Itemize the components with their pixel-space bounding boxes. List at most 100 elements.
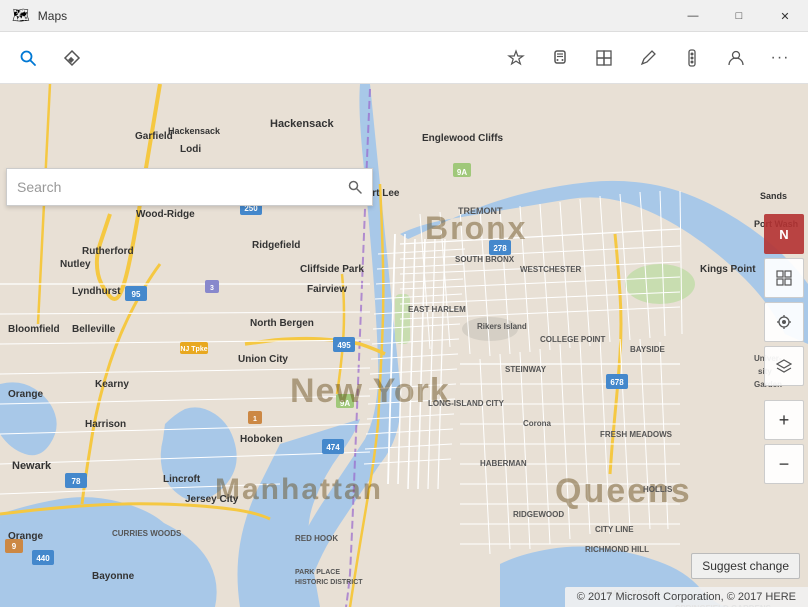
close-button[interactable]: ✕ [762,0,808,32]
svg-text:Kings Point: Kings Point [700,264,756,275]
maximize-button[interactable]: □ [716,0,762,32]
svg-text:Lodi: Lodi [180,144,201,155]
svg-text:Hackensack: Hackensack [270,118,334,130]
attribution-text: © 2017 Microsoft Corporation, © 2017 HER… [577,591,796,603]
transit-button[interactable] [540,38,580,78]
gps-button[interactable] [764,302,804,342]
layers-button[interactable] [764,346,804,386]
svg-text:Hoboken: Hoboken [240,434,283,445]
titlebar-left: 🗺 Maps [0,7,67,24]
svg-text:Lyndhurst: Lyndhurst [72,286,121,297]
star-icon [507,49,525,67]
traffic-icon [683,49,701,67]
svg-text:9: 9 [12,542,17,551]
svg-text:Orange: Orange [8,389,43,400]
svg-text:Orange: Orange [8,531,43,542]
svg-text:Jersey City: Jersey City [185,494,239,505]
svg-text:Cliffside Park: Cliffside Park [300,264,364,275]
svg-text:RED HOOK: RED HOOK [295,534,338,543]
gps-icon [776,314,792,330]
svg-text:Ridgefield: Ridgefield [252,240,300,251]
compass-label: N [779,227,788,242]
app-icon: 🗺 [12,7,30,24]
zoom-in-label: + [779,410,790,431]
main-toolbar: ◆ [0,32,808,84]
search-toolbar-button[interactable] [8,38,48,78]
svg-text:9A: 9A [457,168,467,177]
svg-text:Rikers Island: Rikers Island [477,322,527,331]
svg-text:495: 495 [337,341,351,350]
map-area[interactable]: 9A 9A 495 278 678 95 3 1 78 440 NJ Tpke … [0,84,808,607]
svg-text:Hackensack: Hackensack [168,126,221,136]
search-panel [6,168,373,206]
map-svg: 9A 9A 495 278 678 95 3 1 78 440 NJ Tpke … [0,84,808,607]
svg-text:HABERMAN: HABERMAN [480,459,527,468]
zoom-out-label: − [779,454,790,475]
svg-text:NJ Tpke: NJ Tpke [180,346,207,353]
suggest-change-button[interactable]: Suggest change [691,553,800,579]
svg-text:STEINWAY: STEINWAY [505,365,547,374]
svg-text:PARK PLACE: PARK PLACE [295,569,340,576]
svg-text:EAST HARLEM: EAST HARLEM [408,305,466,314]
svg-text:Lincroft: Lincroft [163,474,201,485]
svg-text:95: 95 [132,290,141,299]
attribution-bar: © 2017 Microsoft Corporation, © 2017 HER… [565,587,808,607]
svg-text:Harrison: Harrison [85,419,126,430]
drawing-button[interactable] [628,38,668,78]
svg-text:678: 678 [610,378,624,387]
traffic-button[interactable] [672,38,712,78]
svg-text:Nutley: Nutley [60,259,91,270]
directions-icon: ◆ [63,49,81,67]
svg-text:BAYSIDE: BAYSIDE [630,345,665,354]
more-icon: ··· [771,49,790,67]
svg-text:SOUTH BRONX: SOUTH BRONX [455,255,515,264]
map-type-icon [776,270,792,286]
search-submit-button[interactable] [348,180,362,194]
more-button[interactable]: ··· [760,38,800,78]
svg-text:HOLLIS: HOLLIS [643,485,673,494]
search-submit-icon [348,180,362,194]
svg-text:Bloomfield: Bloomfield [8,324,60,335]
bookmarks-button[interactable] [584,38,624,78]
svg-text:Fairview: Fairview [307,284,347,295]
svg-text:78: 78 [72,477,81,486]
layers-icon [776,358,792,374]
app-title: Maps [38,9,67,23]
svg-text:New York: New York [290,372,450,410]
bookmarks-icon [595,49,613,67]
transit-icon [551,49,569,67]
svg-text:3: 3 [210,285,214,292]
map-type-button[interactable] [764,258,804,298]
svg-text:440: 440 [36,554,50,563]
search-input[interactable] [17,179,348,195]
svg-text:Bayonne: Bayonne [92,571,135,582]
svg-text:Rutherford: Rutherford [82,246,134,257]
svg-text:Corona: Corona [523,419,552,428]
search-box[interactable] [6,168,373,206]
zoom-in-button[interactable]: + [764,400,804,440]
svg-text:CITY LINE: CITY LINE [595,525,634,534]
svg-text:Manhattan: Manhattan [215,473,383,506]
svg-text:North Bergen: North Bergen [250,318,314,329]
svg-text:Englewood Cliffs: Englewood Cliffs [422,133,504,144]
svg-text:474: 474 [326,443,340,452]
svg-text:Kearny: Kearny [95,379,129,390]
svg-text:COLLEGE POINT: COLLEGE POINT [540,335,605,344]
zoom-out-button[interactable]: − [764,444,804,484]
svg-text:TREMONT: TREMONT [458,206,503,216]
svg-text:WESTCHESTER: WESTCHESTER [520,265,582,274]
svg-text:FRESH MEADOWS: FRESH MEADOWS [600,430,673,439]
svg-text:Union City: Union City [238,354,288,365]
svg-text:LONG-ISLAND CITY: LONG-ISLAND CITY [428,399,505,408]
svg-text:◆: ◆ [68,55,75,64]
minimize-button[interactable]: — [670,0,716,32]
directions-button[interactable]: ◆ [52,38,92,78]
svg-text:HISTORIC DISTRICT: HISTORIC DISTRICT [295,579,363,586]
window-controls: — □ ✕ [670,0,808,31]
favorites-button[interactable] [496,38,536,78]
compass-button[interactable]: N [764,214,804,254]
search-toolbar-icon [19,49,37,67]
svg-text:Newark: Newark [12,460,52,472]
map-controls: N [760,84,808,486]
profile-button[interactable] [716,38,756,78]
